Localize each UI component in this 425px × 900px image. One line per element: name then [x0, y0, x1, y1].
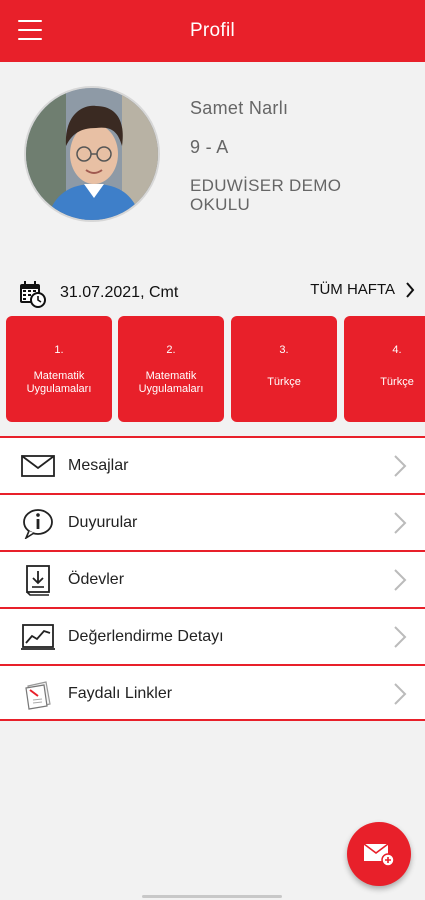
lesson-name: Türkçe [267, 376, 301, 388]
lesson-number: 1. [54, 344, 64, 356]
schedule-date: 31.07.2021, Cmt [60, 284, 179, 301]
profile-info: Samet Narlı 9 - A EDUWİSER DEMO OKULU [190, 98, 400, 214]
menu-item-label: Duyurular [68, 514, 138, 531]
schedule-date-row: 31.07.2021, Cmt TÜM HAFTA [0, 278, 425, 308]
chevron-right-icon [394, 512, 407, 534]
avatar-photo [26, 88, 158, 220]
student-name: Samet Narlı [190, 98, 289, 118]
info-bubble-icon [23, 509, 53, 539]
lesson-number: 2. [166, 344, 176, 356]
calendar-clock-icon [18, 280, 46, 313]
lesson-card[interactable]: 4. Türkçe [344, 316, 425, 422]
home-indicator [142, 895, 282, 898]
lesson-card[interactable]: 1. Matematik Uygulamaları [6, 316, 112, 422]
avatar [24, 86, 160, 222]
menu-item-evaluation-detail[interactable]: Değerlendirme Detayı [0, 607, 425, 664]
main-menu: Mesajlar Duyurular Ödevler Değerlendirme… [0, 436, 425, 721]
menu-item-label: Mesajlar [68, 457, 129, 474]
chart-icon [21, 624, 55, 650]
chevron-right-icon [394, 626, 407, 648]
envelope-icon [21, 455, 55, 477]
menu-item-label: Faydalı Linkler [68, 685, 173, 702]
page-title: Profil [189, 20, 236, 41]
lesson-carousel[interactable]: 1. Matematik Uygulamaları 2. Matematik U… [6, 316, 425, 422]
hamburger-menu-icon[interactable] [18, 20, 42, 40]
menu-item-homework[interactable]: Ödevler [0, 550, 425, 607]
all-week-link[interactable]: TÜM HAFTA [310, 281, 415, 298]
links-icon [25, 681, 51, 710]
top-bar: Profil [0, 0, 425, 62]
app-screen: Profil Samet Narlı 9 - A EDUWİSER DEMO O… [0, 0, 425, 900]
menu-item-messages[interactable]: Mesajlar [0, 436, 425, 493]
lesson-name: Matematik Uygulamaları [138, 370, 204, 395]
chevron-right-icon [394, 455, 407, 477]
homework-book-icon [26, 565, 50, 596]
student-class: 9 - A [190, 137, 229, 157]
school-name: EDUWİSER DEMO OKULU [190, 176, 342, 214]
lesson-number: 4. [392, 344, 402, 356]
chevron-right-icon [394, 683, 407, 705]
profile-card: Samet Narlı 9 - A EDUWİSER DEMO OKULU [0, 62, 425, 237]
lesson-card[interactable]: 2. Matematik Uygulamaları [118, 316, 224, 422]
chevron-right-icon [394, 569, 407, 591]
lesson-name: Türkçe [380, 376, 414, 388]
menu-item-label: Ödevler [68, 571, 125, 588]
menu-item-label: Değerlendirme Detayı [68, 628, 224, 645]
menu-item-useful-links[interactable]: Faydalı Linkler [0, 664, 425, 721]
chevron-right-icon [406, 281, 415, 298]
lesson-card[interactable]: 3. Türkçe [231, 316, 337, 422]
compose-message-button[interactable] [347, 822, 411, 886]
lesson-number: 3. [279, 344, 289, 356]
envelope-plus-icon [363, 843, 395, 867]
lesson-name: Matematik Uygulamaları [26, 370, 92, 395]
menu-item-announcements[interactable]: Duyurular [0, 493, 425, 550]
all-week-label: TÜM HAFTA [310, 281, 395, 298]
